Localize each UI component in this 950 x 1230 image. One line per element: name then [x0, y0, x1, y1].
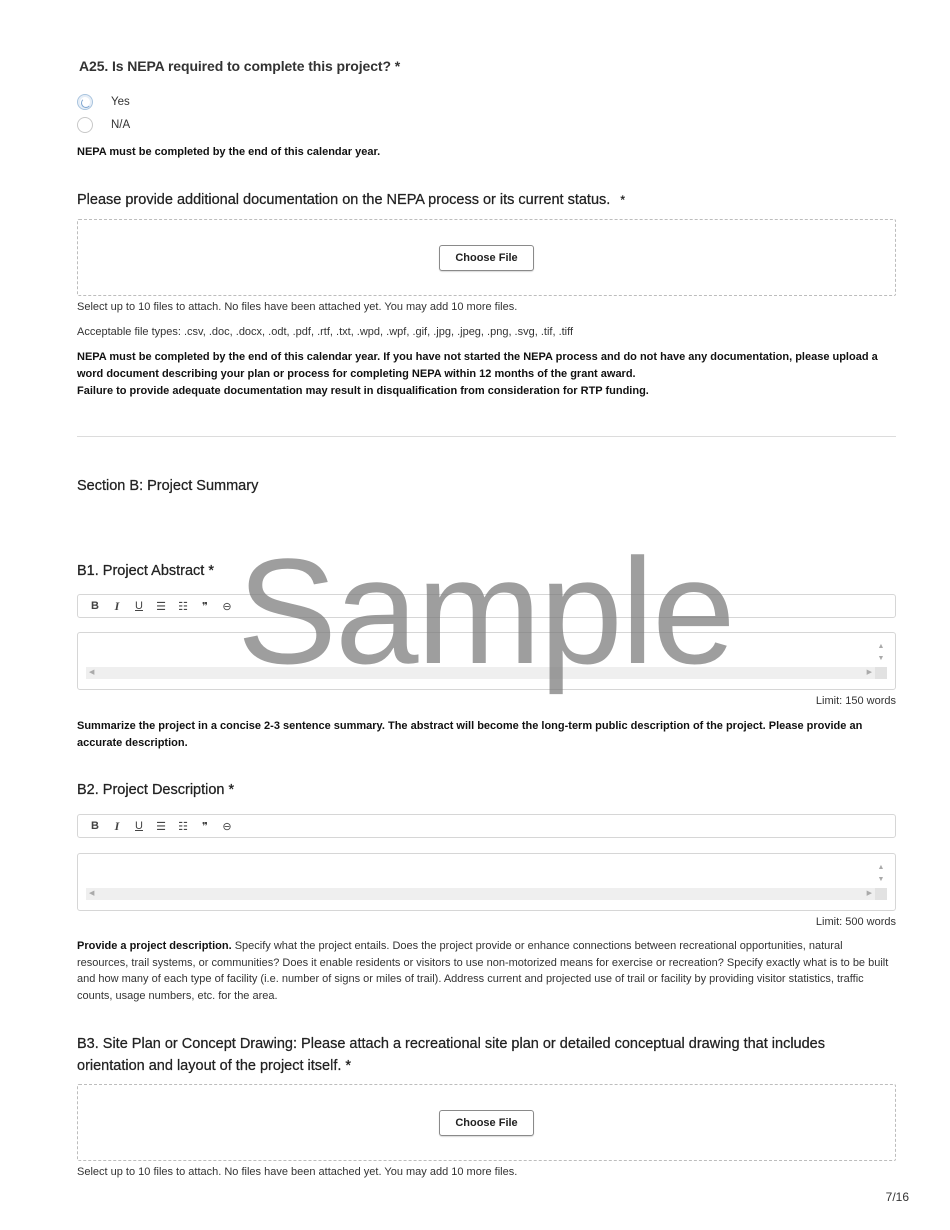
b1-rich-text-toolbar: B I U ☰ ☷ ❞ ⊖: [77, 594, 896, 618]
b1-abstract-editor[interactable]: ▲ ▼ ◀ ▶: [77, 632, 896, 690]
scroll-left-arrow-icon[interactable]: ◀: [89, 888, 94, 900]
nepa-choose-file-button[interactable]: Choose File: [439, 244, 534, 271]
nepa-docs-note: NEPA must be completed by the end of thi…: [77, 349, 896, 400]
b1-word-limit: Limit: 150 words: [815, 695, 896, 707]
b2-title: B2. Project Description *: [77, 782, 235, 798]
nepa-files-status: Select up to 10 files to attach. No file…: [77, 301, 518, 313]
scroll-down-arrow-icon[interactable]: ▼: [875, 653, 887, 665]
bullet-list-icon[interactable]: ☰: [150, 817, 172, 835]
b1-title: B1. Project Abstract *: [77, 563, 215, 579]
underline-button[interactable]: U: [128, 597, 150, 615]
scroll-left-arrow-icon[interactable]: ◀: [89, 667, 94, 679]
nepa-file-dropzone[interactable]: Choose File: [77, 219, 896, 296]
italic-button[interactable]: I: [106, 817, 128, 835]
b2-note: Provide a project description. Specify w…: [77, 938, 896, 1004]
nepa-docs-note-line1: NEPA must be completed by the end of thi…: [77, 351, 878, 380]
page-indicator: 7/16: [885, 1190, 909, 1204]
scroll-down-arrow-icon[interactable]: ▼: [875, 874, 887, 886]
scrollbar-corner: [875, 888, 887, 900]
radio-yes[interactable]: [77, 94, 93, 110]
scrollbar-corner: [875, 667, 887, 679]
numbered-list-icon[interactable]: ☷: [172, 817, 194, 835]
quote-icon[interactable]: ❞: [194, 597, 216, 615]
b3-file-dropzone[interactable]: Choose File: [77, 1084, 896, 1161]
scroll-up-arrow-icon[interactable]: ▲: [875, 862, 887, 874]
bold-button[interactable]: B: [84, 817, 106, 835]
horizontal-scrollbar[interactable]: ◀ ▶: [86, 888, 875, 900]
required-mark: *: [620, 193, 626, 207]
a25-note: NEPA must be completed by the end of thi…: [77, 146, 381, 158]
radio-option-yes[interactable]: Yes: [77, 91, 130, 113]
bold-button[interactable]: B: [84, 597, 106, 615]
b2-note-bold: Provide a project description.: [77, 940, 232, 952]
radio-label-yes: Yes: [111, 96, 130, 108]
horizontal-scrollbar[interactable]: ◀ ▶: [86, 667, 875, 679]
link-icon[interactable]: ⊖: [216, 817, 238, 835]
radio-label-na: N/A: [111, 119, 131, 131]
numbered-list-icon[interactable]: ☷: [172, 597, 194, 615]
scroll-right-arrow-icon[interactable]: ▶: [867, 888, 872, 900]
question-a25-title: A25. Is NEPA required to complete this p…: [79, 58, 401, 74]
section-divider: [77, 436, 896, 437]
nepa-docs-title: Please provide additional documentation …: [77, 192, 625, 208]
b3-choose-file-button[interactable]: Choose File: [439, 1109, 534, 1136]
radio-group-a25: Yes N/A: [77, 91, 130, 136]
vertical-scrollbar[interactable]: ▲ ▼: [875, 862, 887, 890]
b2-rich-text-toolbar: B I U ☰ ☷ ❞ ⊖: [77, 814, 896, 838]
italic-button[interactable]: I: [106, 597, 128, 615]
radio-option-na[interactable]: N/A: [77, 114, 130, 136]
nepa-docs-note-line2: Failure to provide adequate documentatio…: [77, 385, 649, 397]
underline-button[interactable]: U: [128, 817, 150, 835]
section-b-title: Section B: Project Summary: [77, 478, 259, 494]
b2-word-limit: Limit: 500 words: [815, 916, 896, 928]
link-icon[interactable]: ⊖: [216, 597, 238, 615]
b2-description-editor[interactable]: ▲ ▼ ◀ ▶: [77, 853, 896, 911]
radio-na[interactable]: [77, 117, 93, 133]
b3-files-status: Select up to 10 files to attach. No file…: [77, 1166, 518, 1178]
quote-icon[interactable]: ❞: [194, 817, 216, 835]
vertical-scrollbar[interactable]: ▲ ▼: [875, 641, 887, 669]
nepa-file-types: Acceptable file types: .csv, .doc, .docx…: [77, 326, 574, 338]
scroll-right-arrow-icon[interactable]: ▶: [867, 667, 872, 679]
nepa-docs-title-text: Please provide additional documentation …: [77, 192, 611, 208]
b3-title: B3. Site Plan or Concept Drawing: Please…: [77, 1036, 825, 1074]
b1-note: Summarize the project in a concise 2-3 s…: [77, 720, 863, 749]
bullet-list-icon[interactable]: ☰: [150, 597, 172, 615]
scroll-up-arrow-icon[interactable]: ▲: [875, 641, 887, 653]
